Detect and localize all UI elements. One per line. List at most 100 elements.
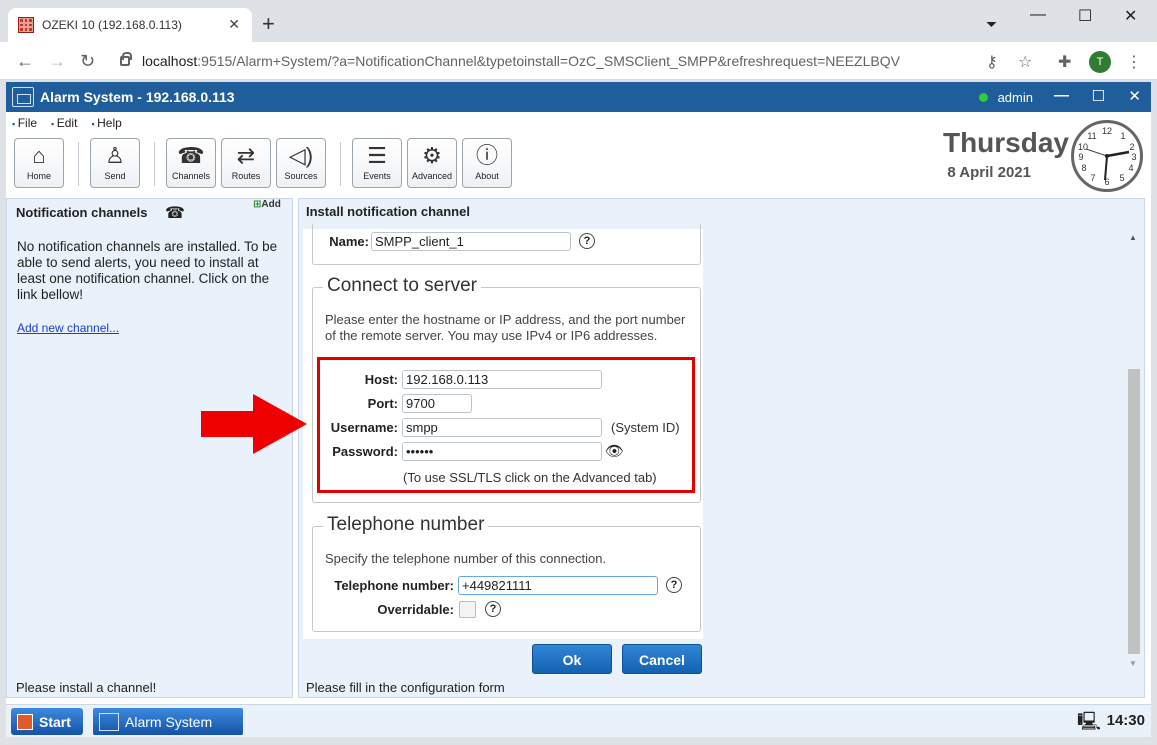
- telephone-legend: Telephone number: [323, 514, 489, 536]
- new-tab-button[interactable]: +: [262, 13, 275, 35]
- home-button[interactable]: ⌂ Home: [14, 138, 64, 188]
- help-icon[interactable]: ?: [485, 601, 501, 617]
- browser-tab[interactable]: OZEKI 10 (192.168.0.113) ✕: [8, 8, 252, 42]
- telephone-number-label: Telephone number:: [334, 578, 454, 593]
- home-icon: ⌂: [32, 143, 46, 168]
- menu-bar: File Edit Help: [12, 116, 122, 130]
- day-label: Thursday: [942, 127, 1069, 158]
- sources-button[interactable]: ◁) Sources: [276, 138, 326, 188]
- close-window-button[interactable]: ✕: [1124, 6, 1137, 26]
- svg-text:12: 12: [1102, 126, 1112, 136]
- app-close-button[interactable]: ✕: [1128, 87, 1141, 105]
- panel-title: Install notification channel: [306, 204, 470, 219]
- taskbar: Start Alarm System 🖳 14:30: [6, 704, 1151, 737]
- close-tab-icon[interactable]: ✕: [228, 16, 240, 33]
- gear-icon: ⚙: [422, 143, 442, 168]
- events-icon: ☰: [367, 143, 387, 168]
- svg-text:2: 2: [1129, 142, 1134, 152]
- lock-icon: [120, 52, 132, 66]
- star-icon[interactable]: ☆: [1018, 52, 1032, 72]
- overridable-checkbox[interactable]: [459, 601, 476, 618]
- menu-help[interactable]: Help: [91, 116, 122, 130]
- red-arrow-icon: [201, 394, 307, 454]
- info-icon: ⓘ: [475, 143, 498, 168]
- channels-button[interactable]: ☎ Channels: [166, 138, 216, 188]
- svg-text:1: 1: [1120, 131, 1125, 141]
- desktop-monitor-icon[interactable]: 🖳: [1077, 709, 1101, 739]
- app-title-bar: Alarm System - 192.168.0.113 admin — ☐ ✕: [6, 82, 1151, 112]
- telephone-fieldset: Telephone number Specify the telephone n…: [312, 514, 701, 632]
- reload-icon[interactable]: ↻: [80, 51, 95, 72]
- svg-text:8: 8: [1081, 163, 1086, 173]
- back-icon[interactable]: ←: [16, 51, 34, 72]
- forward-icon[interactable]: →: [48, 51, 66, 72]
- app-minimize-button[interactable]: —: [1054, 87, 1069, 104]
- channel-icon: ☎: [165, 205, 185, 222]
- svg-text:9: 9: [1078, 152, 1083, 162]
- svg-text:11: 11: [1087, 131, 1096, 141]
- telephone-number-input[interactable]: +449821111: [458, 576, 658, 595]
- svg-text:5: 5: [1119, 173, 1124, 183]
- main-status: Please fill in the configuration form: [306, 680, 505, 695]
- app-title: Alarm System - 192.168.0.113: [40, 89, 235, 105]
- ok-button[interactable]: Ok: [532, 644, 612, 674]
- about-button[interactable]: ⓘ About: [462, 138, 512, 188]
- app-icon: [12, 87, 34, 107]
- toolbar-separator: [154, 142, 155, 186]
- overridable-label: Overridable:: [377, 602, 454, 617]
- profile-avatar[interactable]: T: [1089, 51, 1111, 73]
- toolbar-separator: [78, 142, 79, 186]
- clock-face-icon: 12 123 4567 891011: [1078, 126, 1137, 187]
- add-new-channel-link[interactable]: Add new channel...: [17, 321, 119, 335]
- telephone-description: Specify the telephone number of this con…: [325, 551, 607, 566]
- analog-clock: 12 1 2 3 4567 8 9 10 11: [1071, 120, 1143, 192]
- install-channel-panel: Install notification channel Name: SMPP_…: [298, 198, 1145, 698]
- date-label: 8 April 2021: [947, 164, 1031, 181]
- svg-text:10: 10: [1078, 142, 1088, 152]
- tab-search-icon[interactable]: ⏷: [986, 16, 997, 33]
- name-fieldset: Name: SMPP_client_1 ?: [312, 223, 701, 265]
- highlight-box: [317, 357, 695, 493]
- url-host: localhost: [142, 53, 198, 69]
- panel-title: Notification channels: [16, 205, 148, 220]
- start-icon: [17, 713, 33, 730]
- scroll-down-icon[interactable]: ▼: [1129, 659, 1137, 668]
- taskbar-item-alarm-system[interactable]: Alarm System: [93, 708, 243, 735]
- start-button[interactable]: Start: [11, 708, 83, 735]
- add-channel-button[interactable]: ⊞Add: [253, 199, 281, 210]
- channels-icon: ☎: [177, 143, 205, 168]
- app-icon: [99, 712, 119, 731]
- svg-text:3: 3: [1131, 152, 1136, 162]
- send-button[interactable]: ♙ Send: [90, 138, 140, 188]
- menu-edit[interactable]: Edit: [51, 116, 78, 130]
- minimize-window-button[interactable]: —: [1030, 6, 1046, 24]
- key-icon[interactable]: ⚷: [986, 52, 998, 72]
- events-button[interactable]: ☰ Events: [352, 138, 402, 188]
- config-form: Name: SMPP_client_1 ? Connect to server …: [303, 223, 703, 639]
- browser-tabstrip: OZEKI 10 (192.168.0.113) ✕ + ⏷ — ☐ ✕: [0, 0, 1157, 42]
- scroll-thumb[interactable]: [1128, 369, 1140, 654]
- extensions-icon[interactable]: ✚: [1058, 52, 1071, 72]
- app-maximize-button[interactable]: ☐: [1092, 87, 1105, 105]
- clock-time: 14:30: [1106, 712, 1145, 729]
- menu-file[interactable]: File: [12, 116, 37, 130]
- svg-text:4: 4: [1128, 163, 1133, 173]
- user-status-icon: [979, 93, 988, 102]
- url-input[interactable]: localhost:9515/Alarm+System/?a=Notificat…: [110, 48, 1050, 74]
- routes-button[interactable]: ⇄ Routes: [221, 138, 271, 188]
- maximize-window-button[interactable]: ☐: [1078, 6, 1092, 26]
- ozeki-favicon: [18, 17, 34, 33]
- tab-title: OZEKI 10 (192.168.0.113): [42, 18, 182, 32]
- url-path: :9515/Alarm+System/?a=NotificationChanne…: [197, 53, 900, 69]
- name-input[interactable]: SMPP_client_1: [371, 232, 571, 251]
- help-icon[interactable]: ?: [579, 233, 595, 249]
- form-scrollbar[interactable]: ▲ ▼: [1126, 229, 1142, 669]
- menu-dots-icon[interactable]: ⋮: [1126, 52, 1142, 72]
- cancel-button[interactable]: Cancel: [622, 644, 702, 674]
- help-icon[interactable]: ?: [666, 577, 682, 593]
- send-icon: ♙: [105, 143, 125, 168]
- user-name[interactable]: admin: [998, 90, 1033, 105]
- advanced-button[interactable]: ⚙ Advanced: [407, 138, 457, 188]
- connect-legend: Connect to server: [323, 275, 481, 297]
- scroll-up-icon[interactable]: ▲: [1129, 233, 1137, 242]
